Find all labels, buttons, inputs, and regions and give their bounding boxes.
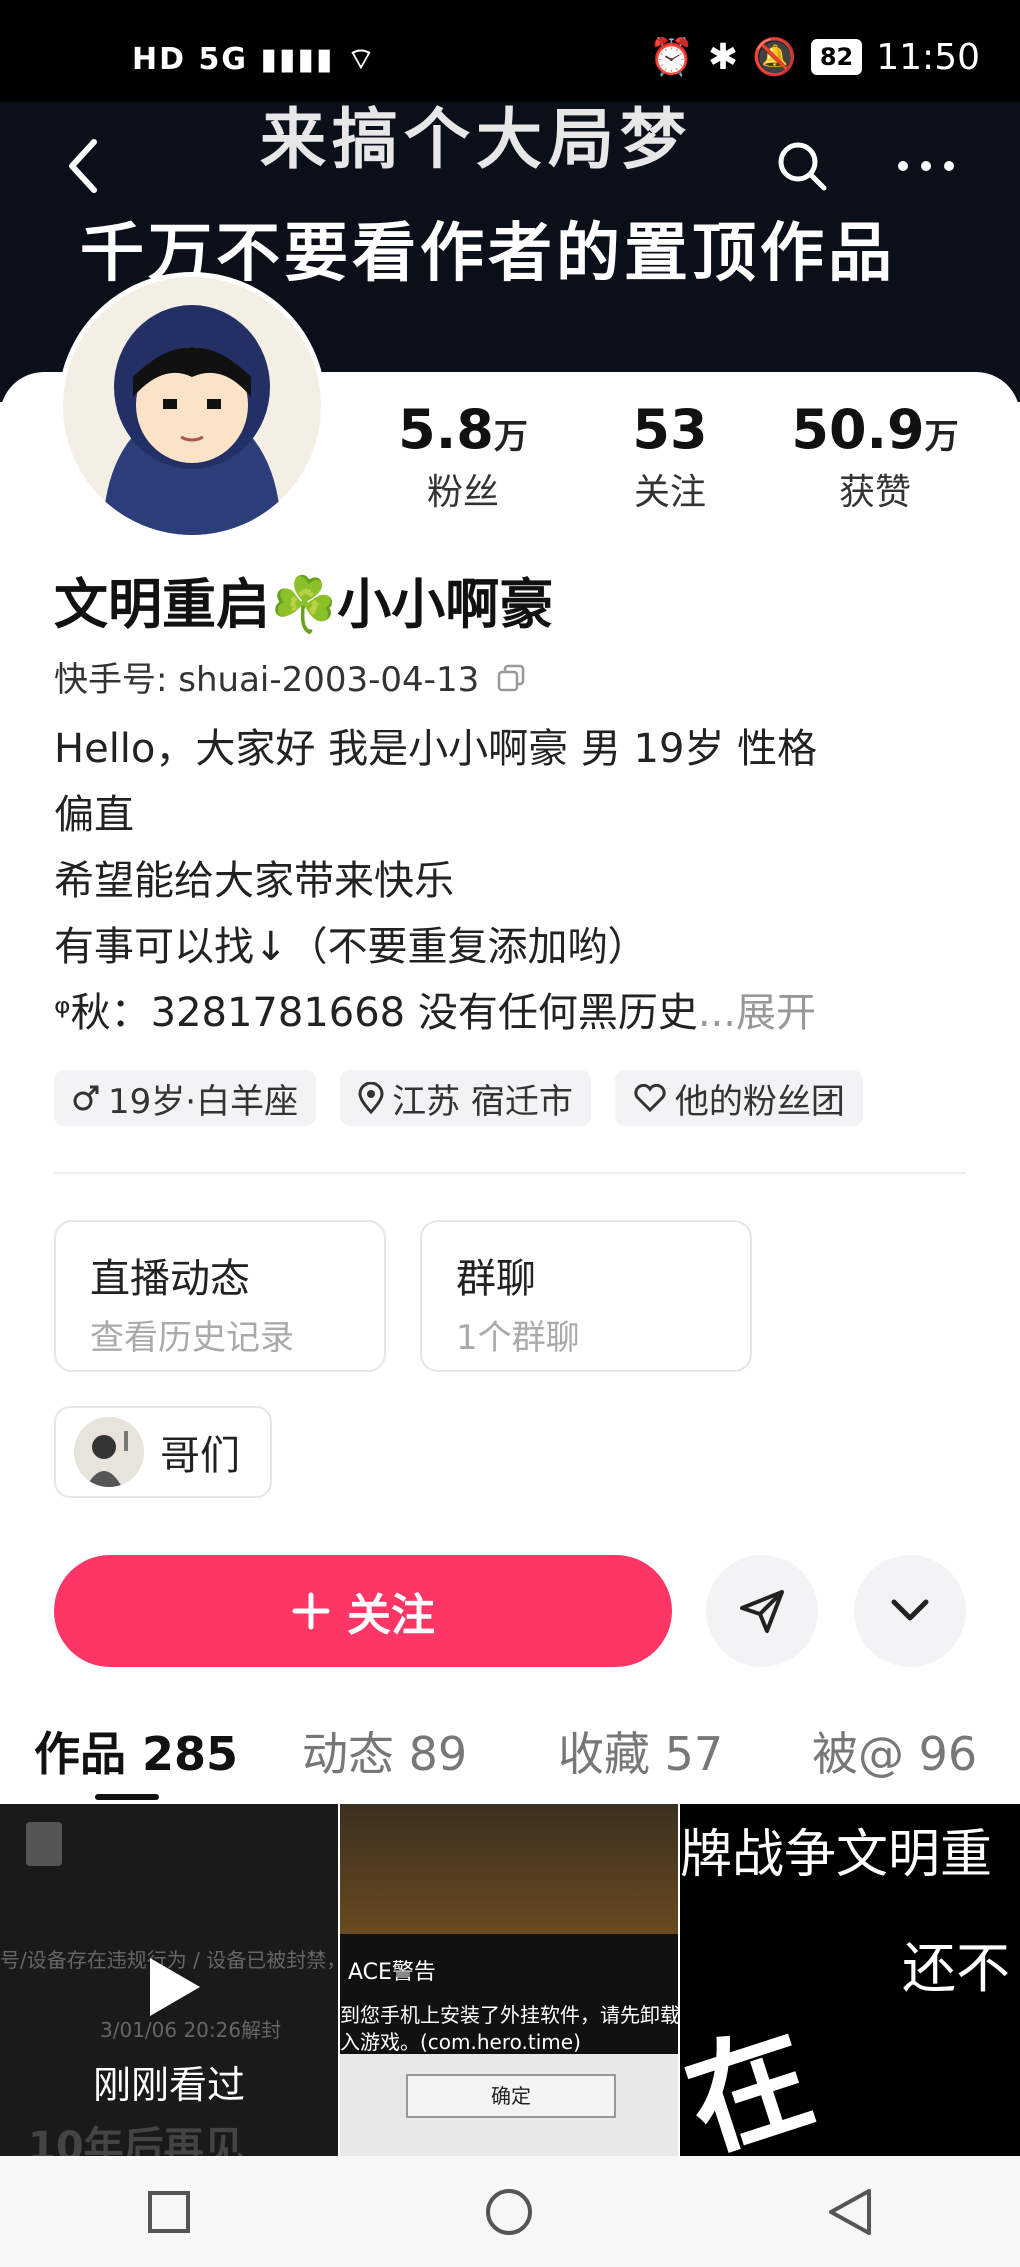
tab-favorites[interactable]: 收藏 57 — [558, 1718, 723, 1784]
work-item-3[interactable]: 牌战争文明重 还不 在 — [680, 1804, 1020, 2156]
play-icon — [150, 1958, 200, 2016]
brother-chip[interactable]: 哥们 — [54, 1406, 272, 1498]
profile-name: 文明重启☘️小小啊豪 — [54, 573, 554, 636]
avatar-image — [63, 277, 321, 535]
image-badge-icon — [26, 1822, 62, 1866]
system-nav-bar — [0, 2156, 1020, 2267]
confirm-button: 确定 — [406, 2074, 616, 2118]
location-tag: 江苏 宿迁市 — [340, 1070, 591, 1126]
status-bar: HD 5G ▮▮▮▮ ⌔ ⏰ ✱ 🔕 82 11:50 — [0, 0, 1020, 102]
content-tabs: 作品 285 动态 89 收藏 57 被@ 96 — [0, 1718, 1020, 1798]
chevron-down-icon — [891, 1599, 929, 1621]
likes-stat[interactable]: 50.9万 获赞 — [790, 398, 960, 515]
more-icon — [898, 161, 954, 171]
back-button[interactable] — [44, 126, 124, 206]
copy-icon[interactable] — [496, 663, 526, 693]
clover-icon: ☘️ — [270, 573, 338, 636]
wifi-icon: ⌔ — [346, 42, 378, 77]
tab-mentions[interactable]: 被@ 96 — [812, 1718, 977, 1784]
status-right: ⏰ ✱ 🔕 82 11:50 — [649, 36, 980, 79]
tab-moments[interactable]: 动态 89 — [302, 1718, 467, 1784]
group-chat-card[interactable]: 群聊 1个群聊 — [420, 1220, 752, 1372]
expand-bio-link[interactable]: ...展开 — [698, 990, 816, 1036]
avatar[interactable] — [58, 272, 326, 540]
plus-icon — [292, 1592, 330, 1630]
alarm-icon: ⏰ — [649, 37, 694, 78]
chip-avatar — [74, 1417, 144, 1487]
home-icon[interactable] — [484, 2187, 534, 2237]
message-button[interactable] — [706, 1555, 818, 1667]
fan-club-tag[interactable]: 他的粉丝团 — [614, 1070, 863, 1126]
bluetooth-icon: ✱ — [707, 36, 739, 78]
active-tab-indicator — [95, 1794, 159, 1800]
signal-icon: ▮▮▮▮ — [260, 42, 335, 77]
banner-top-text: 来搞个大局梦 — [260, 102, 692, 178]
following-stat[interactable]: 53 关注 — [610, 398, 730, 515]
live-activity-card[interactable]: 直播动态 查看历史记录 — [54, 1220, 386, 1372]
heart-icon — [634, 1084, 666, 1112]
mute-icon: 🔕 — [752, 37, 797, 78]
send-icon — [740, 1590, 784, 1633]
back-icon — [69, 139, 97, 193]
age-tag: 19岁·白羊座 — [54, 1070, 317, 1126]
more-button[interactable] — [886, 126, 966, 206]
work-item-2[interactable]: ACE警告 到您手机上安装了外挂软件，请先卸载 入游戏。(com.hero.ti… — [340, 1804, 678, 2156]
profile-bio: Hello，大家好 我是小小啊豪 男 19岁 性格 偏直 希望能给大家带来快乐 … — [54, 726, 818, 1036]
kuaishou-id[interactable]: 快手号: shuai-2003-04-13 — [54, 652, 526, 701]
tab-works[interactable]: 作品 285 — [34, 1718, 238, 1784]
divider — [54, 1172, 966, 1174]
clock: 11:50 — [876, 36, 980, 78]
work-item-1[interactable]: 号/设备存在违规行为 / 设备已被封禁， 3/01/06 20:26解封 刚刚看… — [0, 1804, 338, 2156]
signal-indicators: HD 5G ▮▮▮▮ ⌔ — [132, 42, 378, 77]
search-button[interactable] — [762, 126, 842, 206]
back-nav-icon[interactable] — [827, 2187, 873, 2237]
battery-icon: 82 — [810, 39, 863, 75]
followers-stat[interactable]: 5.8万 粉丝 — [398, 398, 528, 515]
follow-button[interactable]: 关注 — [54, 1555, 672, 1667]
search-icon — [778, 142, 827, 191]
location-icon — [358, 1082, 384, 1114]
male-icon — [73, 1085, 99, 1111]
expand-button[interactable] — [854, 1555, 966, 1667]
profile-tags: 19岁·白羊座 江苏 宿迁市 他的粉丝团 — [54, 1070, 863, 1126]
recents-icon[interactable] — [147, 2190, 191, 2234]
